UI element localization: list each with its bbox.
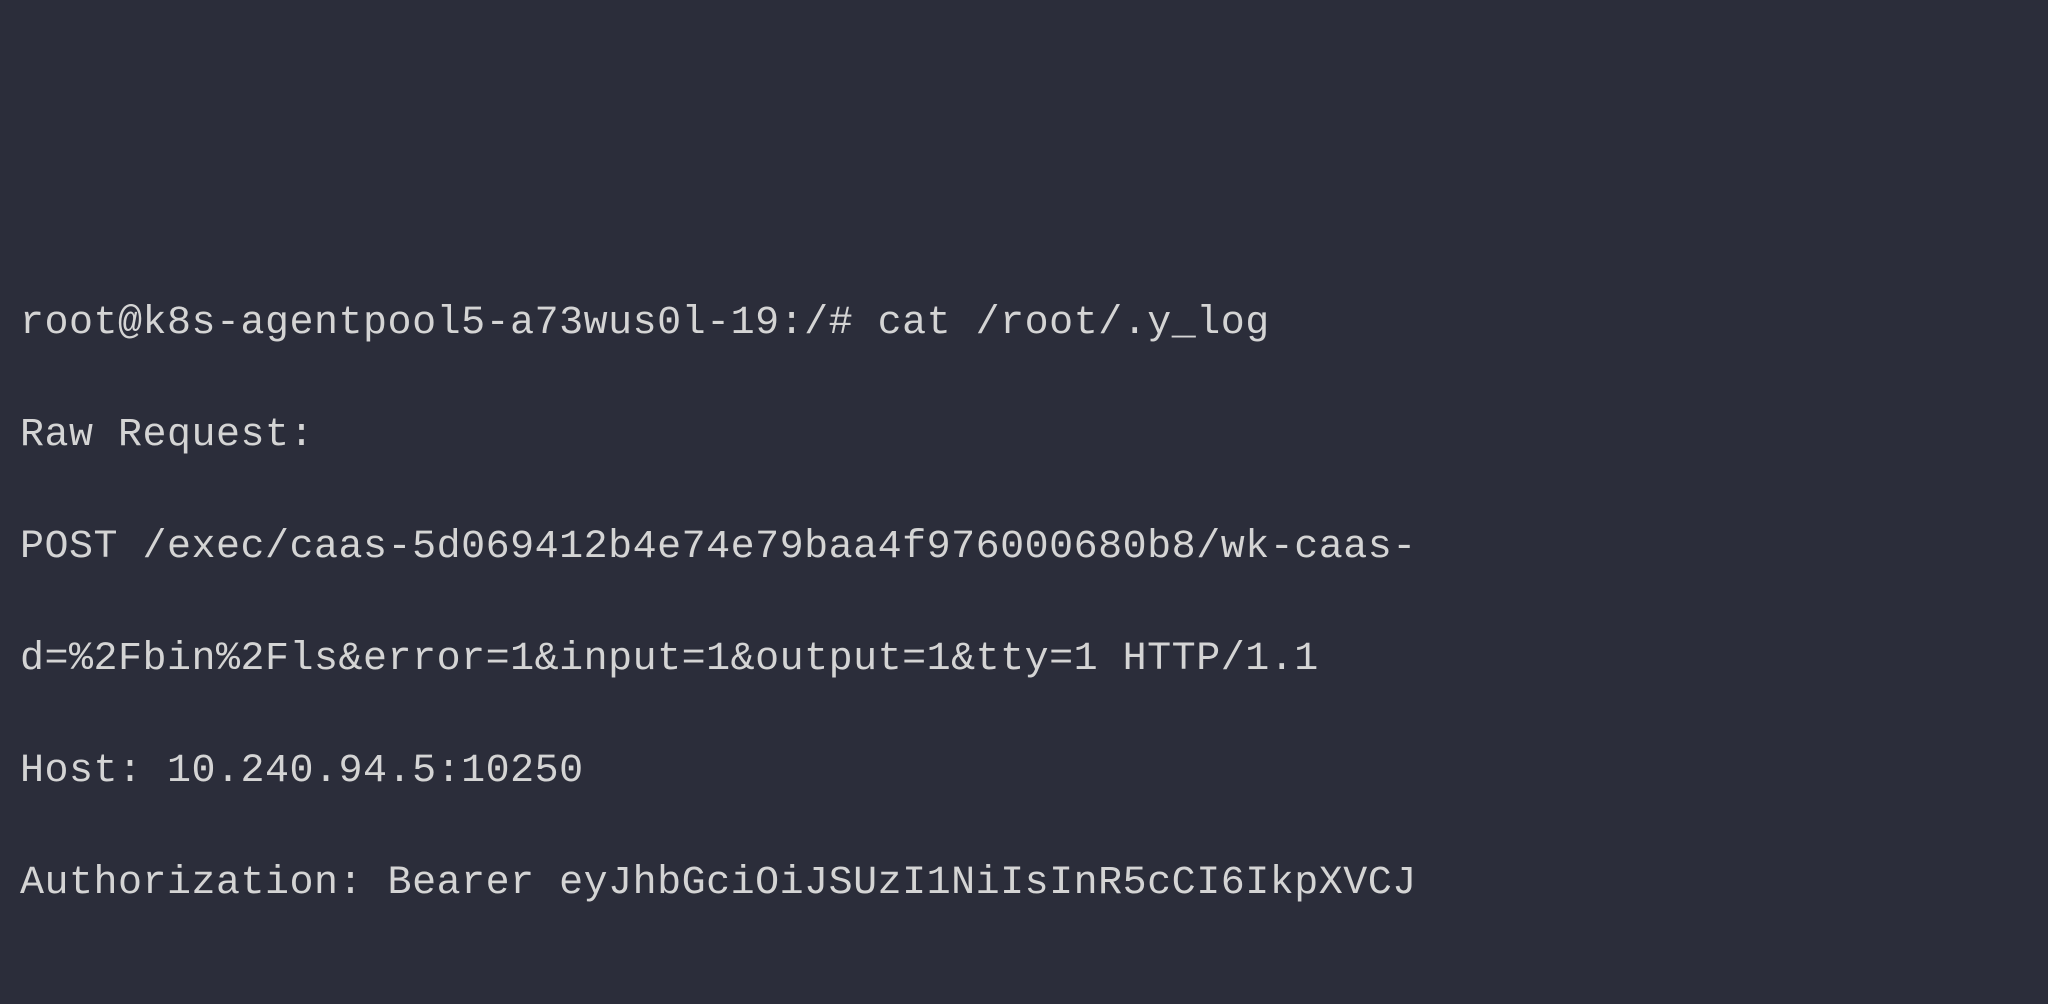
output-line-1: Raw Request: [20,408,2028,464]
terminal-output: root@k8s-agentpool5-a73wus0l-19:/# cat /… [20,240,2028,968]
output-line-3: d=%2Fbin%2Fls&error=1&input=1&output=1&t… [20,632,2028,688]
prompt-line: root@k8s-agentpool5-a73wus0l-19:/# cat /… [20,296,2028,352]
output-line-5: Authorization: Bearer eyJhbGciOiJSUzI1Ni… [20,856,2028,912]
output-line-4: Host: 10.240.94.5:10250 [20,744,2028,800]
shell-prompt: root@k8s-agentpool5-a73wus0l-19:/# [20,301,853,346]
output-line-2: POST /exec/caas-5d069412b4e74e79baa4f976… [20,520,2028,576]
shell-command: cat /root/.y_log [878,301,1270,346]
